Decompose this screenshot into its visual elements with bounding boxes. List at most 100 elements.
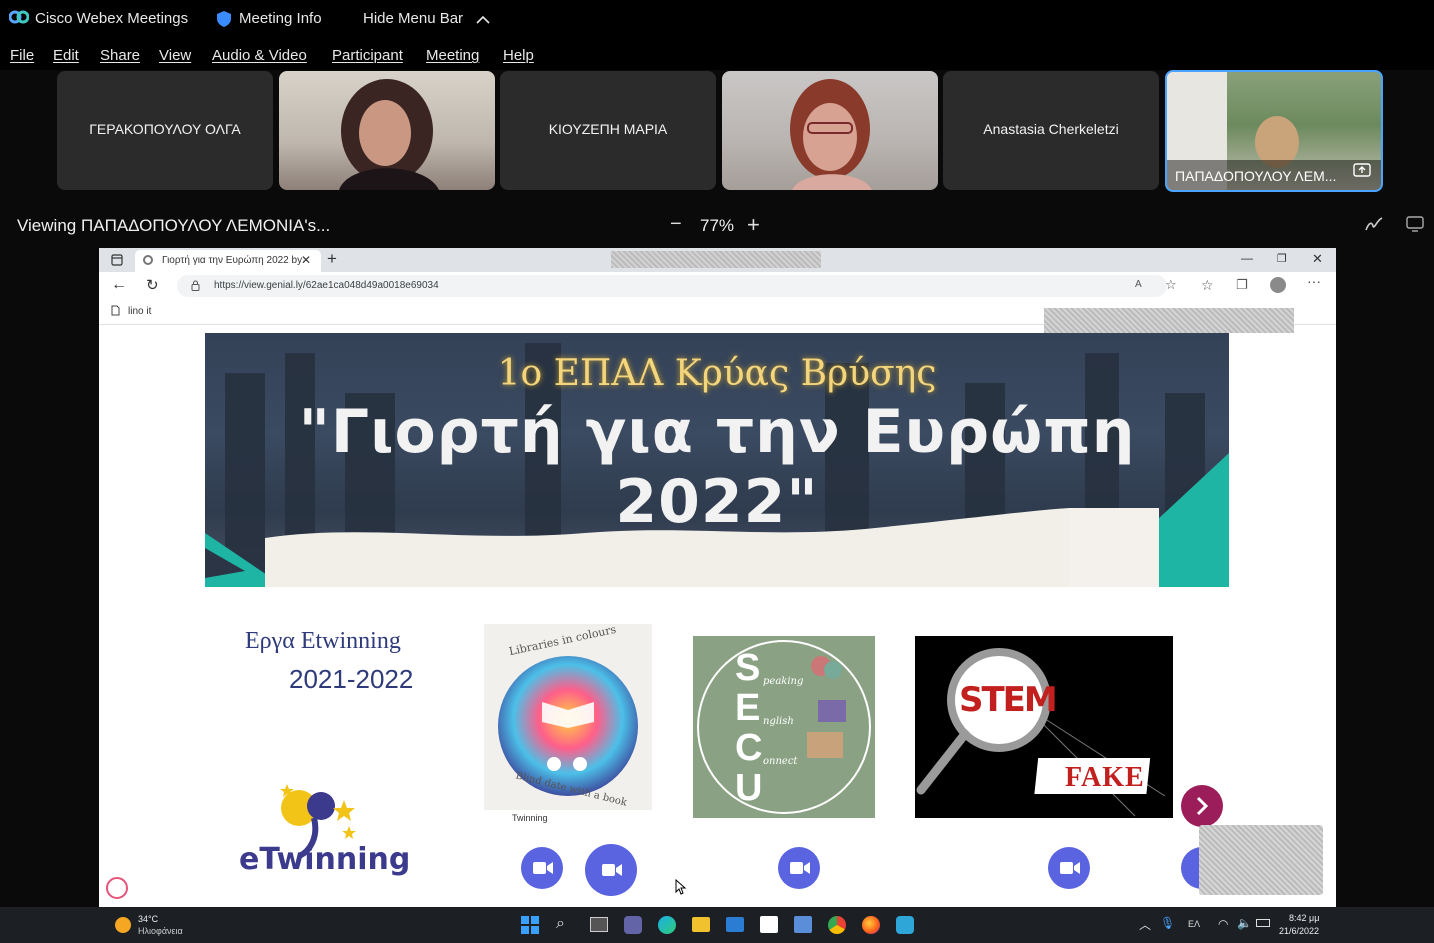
shield-icon: [217, 11, 231, 31]
menu-participant[interactable]: Participant: [332, 47, 403, 64]
participant-video-tile[interactable]: [279, 71, 495, 190]
url-text: https://view.genial.ly/62ae1ca048d49a001…: [214, 280, 439, 291]
participant-video-tile[interactable]: [722, 71, 938, 190]
clock-date[interactable]: 21/6/2022: [1279, 926, 1319, 936]
menu-audio-video[interactable]: Audio & Video: [212, 47, 307, 64]
minimize-icon[interactable]: —: [1241, 251, 1253, 265]
self-view-redacted: [1199, 825, 1323, 895]
participant-tile[interactable]: ΓΕΡΑΚΟΠΟΥΛΟΥ ΟΛΓΑ: [57, 71, 273, 190]
etwinning-logo-text: eTwinning: [239, 842, 411, 877]
tab-actions-icon[interactable]: [111, 253, 123, 271]
secu-letter-s: S: [735, 647, 761, 689]
secu-letter-e: E: [735, 687, 761, 729]
favicon-icon: [143, 255, 153, 265]
close-tab-icon[interactable]: ✕: [301, 253, 311, 267]
secu-word-speaking: peaking: [763, 676, 804, 687]
favorites-icon[interactable]: ☆: [1201, 277, 1214, 294]
participant-name: ΚΙΟΥΖΕΠΗ ΜΑΡΙΑ: [548, 121, 668, 137]
teams-chat-icon[interactable]: [624, 916, 642, 934]
restore-icon[interactable]: ❐: [1277, 252, 1287, 265]
video-button[interactable]: [585, 844, 637, 896]
clock-time[interactable]: 8:42 μμ: [1289, 913, 1319, 923]
menu-view[interactable]: View: [159, 47, 191, 64]
annotate-icon[interactable]: [1365, 216, 1383, 237]
secu-word-connect: onnect: [763, 756, 798, 767]
profile-avatar[interactable]: [1270, 277, 1286, 293]
view-options-icon[interactable]: [1406, 216, 1424, 237]
camera-icon: [790, 862, 810, 874]
lock-icon: [191, 280, 200, 294]
url-field[interactable]: https://view.genial.ly/62ae1ca048d49a001…: [177, 275, 1177, 297]
grammarly-icon[interactable]: [106, 877, 128, 899]
menu-bar: File Edit Share View Audio & Video Parti…: [0, 40, 1434, 70]
webex-taskbar-icon[interactable]: [896, 916, 914, 934]
microphone-icon[interactable]: 🎙: [1160, 916, 1175, 930]
chevron-up-icon[interactable]: [476, 12, 490, 29]
back-icon[interactable]: ←: [111, 276, 127, 294]
project-card-secu[interactable]: S E C U peaking nglish onnect: [693, 636, 875, 818]
share-view-bar: Viewing ΠΑΠΑΔΟΠΟΥΛΟΥ ΛΕΜΟΝΙΑ's... − 77% …: [0, 205, 1434, 245]
participant-tile[interactable]: ΚΙΟΥΖΕΠΗ ΜΑΡΙΑ: [500, 71, 716, 190]
address-bar-row: ← ↻ https://view.genial.ly/62ae1ca048d49…: [99, 272, 1336, 300]
zoom-out-button[interactable]: −: [670, 213, 682, 236]
project-card-stem-fake[interactable]: STEM FAKE: [915, 636, 1173, 818]
hide-menu-bar-button[interactable]: Hide Menu Bar: [363, 10, 463, 27]
card1-badge: Twinning: [512, 813, 548, 823]
secu-letter-u: U: [735, 767, 763, 809]
more-menu-icon[interactable]: ···: [1307, 273, 1321, 289]
redacted-area: [611, 251, 821, 268]
search-icon[interactable]: ⌕: [556, 915, 565, 933]
firefox-icon[interactable]: [862, 916, 880, 934]
store-icon[interactable]: [760, 916, 778, 933]
favorite-star-icon[interactable]: ☆: [1165, 277, 1177, 293]
battery-icon[interactable]: [1256, 919, 1270, 927]
stem-sign-text: STEM: [959, 680, 1058, 720]
viewing-label: Viewing ΠΑΠΑΔΟΠΟΥΛΟΥ ΛΕΜΟΝΙΑ's...: [17, 216, 331, 235]
secu-letter-c: C: [735, 727, 763, 769]
meeting-info-button[interactable]: Meeting Info: [239, 10, 322, 27]
video-button[interactable]: [521, 847, 563, 889]
wifi-icon[interactable]: ◠: [1218, 917, 1228, 931]
task-view-icon[interactable]: [590, 917, 608, 932]
file-explorer-icon[interactable]: [692, 917, 710, 932]
menu-file[interactable]: File: [10, 47, 34, 64]
participant-video-tile-active[interactable]: ΠΑΠΑΔΟΠΟΥΛΟΥ ΛΕΜ...: [1165, 70, 1383, 192]
participant-video-feed: [790, 79, 872, 190]
camera-icon: [1060, 862, 1080, 874]
video-button[interactable]: [778, 847, 820, 889]
refresh-icon[interactable]: ↻: [146, 276, 159, 294]
browser-tab-active[interactable]: Γιορτή για την Ευρώπη 2022 by ✕: [135, 250, 321, 272]
etwinning-logo[interactable]: eTwinning: [239, 778, 410, 882]
collections-icon[interactable]: ❐: [1236, 277, 1248, 293]
zoom-in-button[interactable]: +: [747, 212, 760, 238]
browser-tab-strip: Γιορτή για την Ευρώπη 2022 by ✕ + — ❐ ✕: [99, 248, 1336, 272]
input-language[interactable]: ΕΛ: [1188, 919, 1200, 929]
next-slide-button[interactable]: [1181, 785, 1223, 827]
participant-name: ΠΑΠΑΔΟΠΟΥΛΟΥ ΛΕΜ...: [1175, 168, 1337, 184]
menu-share[interactable]: Share: [100, 47, 140, 64]
mail-icon[interactable]: [726, 917, 744, 932]
tray-overflow-icon[interactable]: ︿: [1139, 916, 1151, 933]
volume-icon[interactable]: 🔈: [1237, 916, 1252, 930]
windows-start-icon[interactable]: [521, 916, 539, 939]
chrome-icon[interactable]: [828, 916, 846, 934]
edge-browser-icon[interactable]: [658, 916, 676, 934]
favorite-link[interactable]: lino it: [128, 306, 151, 317]
new-tab-icon[interactable]: +: [327, 249, 337, 269]
project-card-libraries[interactable]: Libraries in colours Blind date with a b…: [484, 623, 652, 830]
video-button[interactable]: [1048, 847, 1090, 889]
read-aloud-icon[interactable]: A: [1135, 279, 1142, 290]
menu-help[interactable]: Help: [503, 47, 534, 64]
menu-edit[interactable]: Edit: [53, 47, 79, 64]
sharing-icon: [1353, 163, 1371, 182]
page-icon: [111, 305, 120, 319]
menu-meeting[interactable]: Meeting: [426, 47, 479, 64]
zoom-level: 77%: [700, 216, 735, 235]
secu-word-english: nglish: [763, 716, 794, 727]
participant-tile[interactable]: Anastasia Cherkeletzi: [943, 71, 1159, 190]
remote-desktop-icon[interactable]: [794, 916, 812, 933]
close-window-icon[interactable]: ✕: [1312, 251, 1323, 267]
camera-icon: [533, 862, 553, 874]
weather-sun-icon[interactable]: [115, 917, 131, 933]
etwinning-heading: Εργα Etwinning: [245, 628, 401, 654]
